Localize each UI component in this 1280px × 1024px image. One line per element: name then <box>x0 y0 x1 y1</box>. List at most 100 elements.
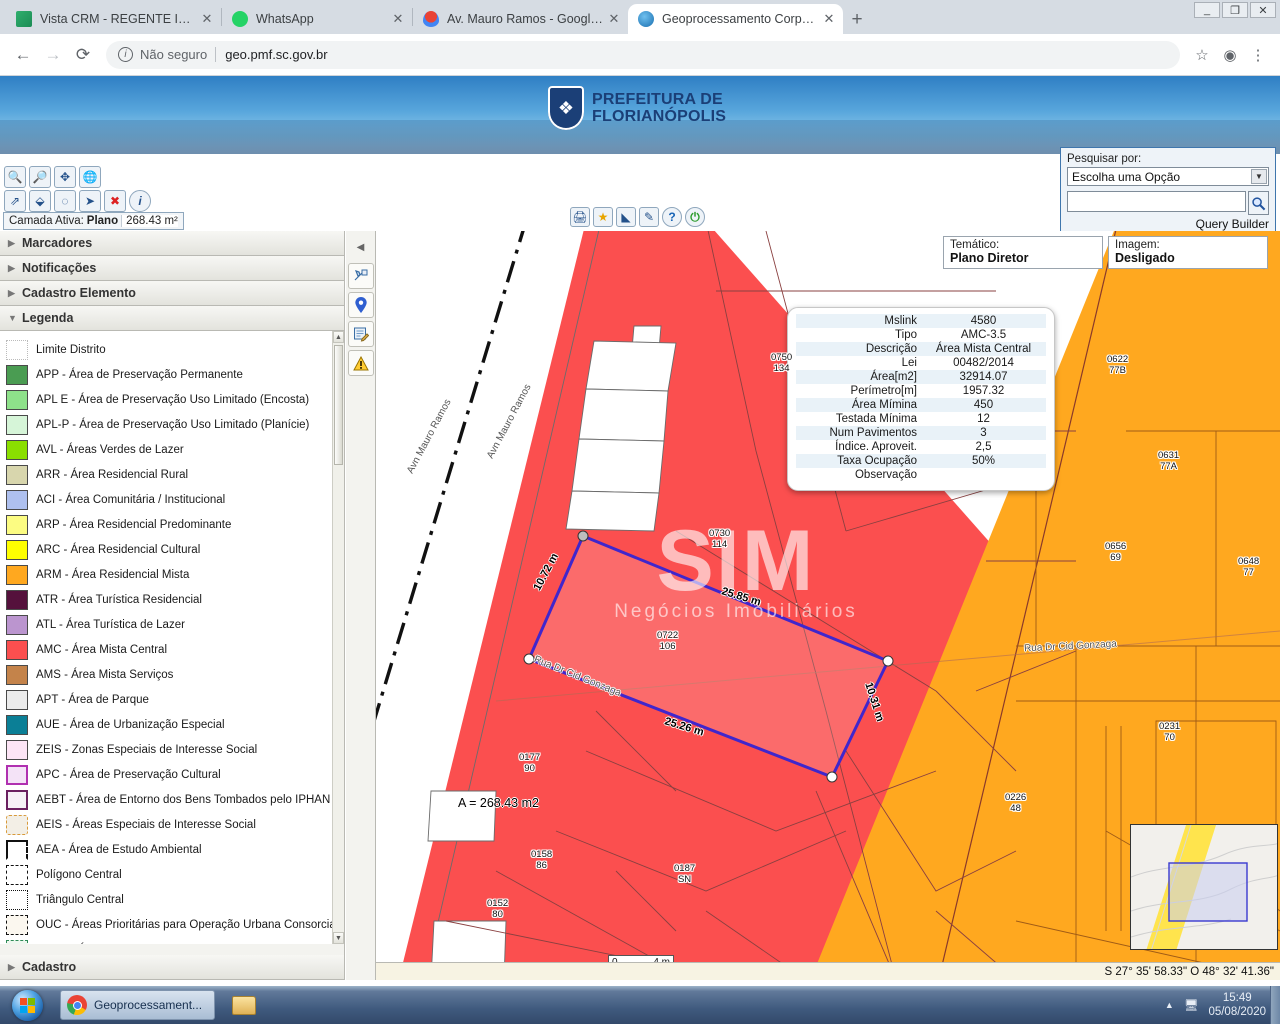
legend-item[interactable]: ARR - Área Residencial Rural <box>6 462 332 487</box>
tab-close-icon[interactable]: ✕ <box>390 11 406 27</box>
legend-item[interactable]: OUC - Áreas Prioritárias para Operação U… <box>6 912 332 937</box>
legend-item[interactable]: AEIS - Áreas Especiais de Interesse Soci… <box>6 812 332 837</box>
legend-item[interactable]: ATL - Área Turística de Lazer <box>6 612 332 637</box>
sidebar-item-notificacoes[interactable]: ▶ Notificações <box>0 256 344 281</box>
sidebar-item-legenda[interactable]: ▼ Legenda <box>0 306 344 331</box>
clock[interactable]: 15:49 05/08/2020 <box>1208 991 1266 1019</box>
chrome-menu-icon[interactable]: ⋮ <box>1244 41 1272 69</box>
feature-info-popup[interactable]: Mslink4580TipoAMC-3.5DescriçãoÁrea Mista… <box>787 307 1055 491</box>
show-desktop-button[interactable] <box>1270 986 1280 1024</box>
zoom-out-tool-icon[interactable]: 🔎 <box>29 166 51 188</box>
legend-item[interactable]: APL E - Área de Preservação Uso Limitado… <box>6 387 332 412</box>
sidebar-item-cadastro[interactable]: ▶ Cadastro <box>0 955 344 980</box>
legend-item[interactable]: ALA-1 - Área de Limitação Ambiental - Ve… <box>6 937 332 944</box>
image-value: Desligado <box>1115 251 1261 265</box>
legend-item[interactable]: ARM - Área Residencial Mista <box>6 562 332 587</box>
scroll-down-icon[interactable]: ▼ <box>333 932 344 944</box>
marker-pin-icon[interactable] <box>348 292 374 318</box>
favorite-button[interactable]: ★ <box>593 207 613 227</box>
pan-tool-icon[interactable]: ✥ <box>54 166 76 188</box>
tab-close-icon[interactable]: ✕ <box>821 11 837 27</box>
info-tool-icon[interactable]: i <box>129 190 151 212</box>
tools-icon[interactable] <box>348 263 374 289</box>
help-button[interactable]: ? <box>662 207 682 227</box>
measure-distance-tool-icon[interactable]: ⇗ <box>4 190 26 212</box>
tab-close-icon[interactable]: ✕ <box>606 11 622 27</box>
legend-item-label: ARM - Área Residencial Mista <box>36 569 189 581</box>
search-category-select[interactable]: Escolha uma Opção ▼ <box>1067 167 1269 186</box>
search-panel[interactable]: Pesquisar por: Escolha uma Opção ▼ Query… <box>1060 147 1276 236</box>
close-window-button[interactable]: ✕ <box>1250 2 1276 18</box>
minimize-button[interactable]: _ <box>1194 2 1220 18</box>
browser-tab-3[interactable]: Geoprocessamento Corporativo ✕ <box>628 4 843 34</box>
legend-item[interactable]: ATR - Área Turística Residencial <box>6 587 332 612</box>
taskbar-item-explorer[interactable] <box>229 991 259 1019</box>
map-action-toolbar[interactable]: 🖨 ★ ◣ ✎ ? ⏻ <box>570 207 705 227</box>
legend-item[interactable]: ARP - Área Residencial Predominante <box>6 512 332 537</box>
legend-item[interactable]: ZEIS - Zonas Especiais de Interesse Soci… <box>6 737 332 762</box>
legend-item[interactable]: APC - Área de Preservação Cultural <box>6 762 332 787</box>
legend-item[interactable]: AMC - Área Mista Central <box>6 637 332 662</box>
legend-item[interactable]: AEA - Área de Estudo Ambiental <box>6 837 332 862</box>
legend-item[interactable]: AUE - Área de Urbanização Especial <box>6 712 332 737</box>
map-canvas[interactable]: SIM Negócios Imobiliários Temático: Plan… <box>376 231 1280 980</box>
power-button[interactable]: ⏻ <box>685 207 705 227</box>
select-pointer-tool-icon[interactable]: ➤ <box>79 190 101 212</box>
legend-item[interactable]: APP - Área de Preservação Permanente <box>6 362 332 387</box>
zoom-in-tool-icon[interactable]: 🔍 <box>4 166 26 188</box>
query-builder-link[interactable]: Query Builder <box>1067 217 1269 231</box>
thematic-box[interactable]: Temático: Plano Diretor <box>943 236 1103 269</box>
collapse-panel-icon[interactable]: ◀ <box>348 234 374 260</box>
browser-tab-0[interactable]: Vista CRM - REGENTE IMÓVEIS ✕ <box>6 4 221 34</box>
tab-close-icon[interactable]: ✕ <box>199 11 215 27</box>
forward-icon[interactable]: → <box>38 40 68 70</box>
map-tools-row-2[interactable]: ⇗ ⬙ ◌ ➤ ✖ i <box>4 190 151 212</box>
legend-item[interactable]: Limite Distrito <box>6 337 332 362</box>
browser-tab-1[interactable]: WhatsApp ✕ <box>222 4 412 34</box>
taskbar-item-chrome[interactable]: Geoprocessament... <box>60 990 215 1020</box>
bookmark-star-icon[interactable]: ☆ <box>1188 41 1216 69</box>
scroll-up-icon[interactable]: ▲ <box>333 331 344 343</box>
measure-area-tool-icon[interactable]: ⬙ <box>29 190 51 212</box>
legend-item[interactable]: AEBT - Área de Entorno dos Bens Tombados… <box>6 787 332 812</box>
profile-avatar[interactable]: ◉ <box>1216 41 1244 69</box>
browser-tab-strip[interactable]: Vista CRM - REGENTE IMÓVEIS ✕ WhatsApp ✕… <box>0 0 1280 34</box>
map-tools-row-1[interactable]: 🔍 🔎 ✥ 🌐 <box>4 166 101 188</box>
warning-icon[interactable] <box>348 350 374 376</box>
address-bar[interactable]: i Não seguro geo.pmf.sc.gov.br <box>106 41 1180 69</box>
clear-selection-tool-icon[interactable]: ✖ <box>104 190 126 212</box>
maximize-button[interactable]: ❐ <box>1222 2 1248 18</box>
print-button[interactable]: 🖨 <box>570 207 590 227</box>
search-input[interactable] <box>1067 191 1246 212</box>
back-icon[interactable]: ← <box>8 40 38 70</box>
tools-button[interactable]: ✎ <box>639 207 659 227</box>
site-info-icon[interactable]: i <box>118 47 133 62</box>
network-icon[interactable]: 🖥 <box>1184 998 1199 1012</box>
chevron-down-icon[interactable]: ▼ <box>1251 169 1267 184</box>
legend-item[interactable]: AVL - Áreas Verdes de Lazer <box>6 437 332 462</box>
legend-item[interactable]: ACI - Área Comunitária / Institucional <box>6 487 332 512</box>
transparency-button[interactable]: ◣ <box>616 207 636 227</box>
reload-icon[interactable]: ⟳ <box>68 40 98 70</box>
start-orb[interactable] <box>2 988 52 1022</box>
browser-tab-2[interactable]: Av. Mauro Ramos - Google Maps ✕ <box>413 4 628 34</box>
scrollbar-thumb[interactable] <box>334 345 343 465</box>
legend-item[interactable]: Triângulo Central <box>6 887 332 912</box>
zoom-extent-tool-icon[interactable]: 🌐 <box>79 166 101 188</box>
sidebar-item-cadastro-elemento[interactable]: ▶ Cadastro Elemento <box>0 281 344 306</box>
overview-minimap[interactable] <box>1130 824 1278 950</box>
new-tab-button[interactable]: + <box>843 6 871 34</box>
legend-scrollbar[interactable]: ▲ ▼ <box>332 331 344 944</box>
sidebar-item-marcadores[interactable]: ▶ Marcadores <box>0 231 344 256</box>
legend-item[interactable]: AMS - Área Mista Serviços <box>6 662 332 687</box>
search-icon[interactable] <box>1248 191 1269 215</box>
window-controls[interactable]: _ ❐ ✕ <box>1194 2 1276 18</box>
legend-item[interactable]: ARC - Área Residencial Cultural <box>6 537 332 562</box>
legend-item[interactable]: APT - Área de Parque <box>6 687 332 712</box>
image-box[interactable]: Imagem: Desligado <box>1108 236 1268 269</box>
legend-item[interactable]: Polígono Central <box>6 862 332 887</box>
edit-note-icon[interactable] <box>348 321 374 347</box>
legend-item[interactable]: APL-P - Área de Preservação Uso Limitado… <box>6 412 332 437</box>
show-hidden-icons-button[interactable]: ▲ <box>1165 1000 1174 1010</box>
identify-circle-tool-icon[interactable]: ◌ <box>54 190 76 212</box>
